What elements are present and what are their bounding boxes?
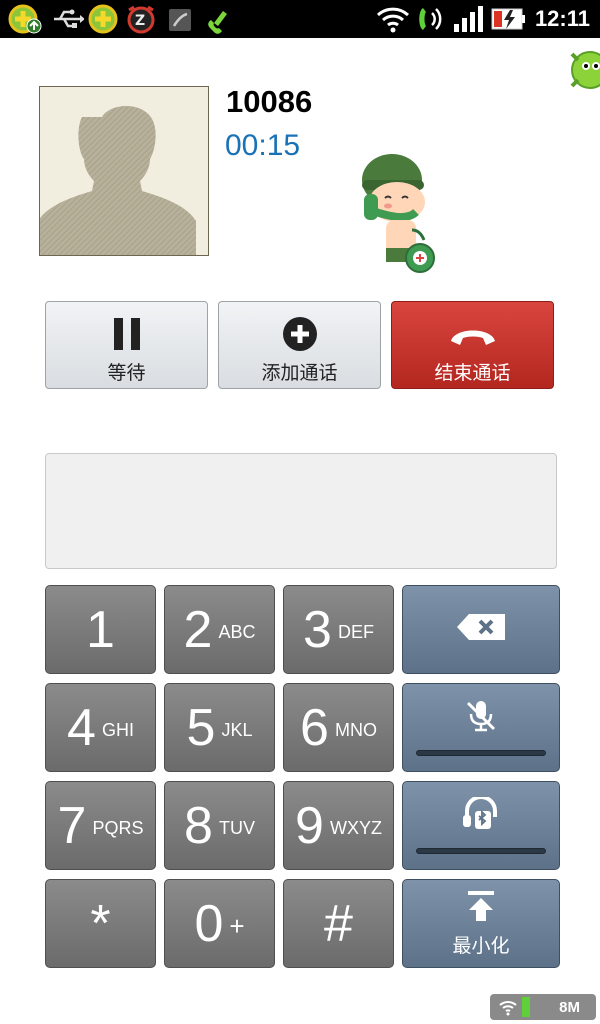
battery-charging-icon	[490, 4, 526, 34]
key-8[interactable]: 8 TUV	[164, 781, 275, 870]
key-1[interactable]: 1	[45, 585, 156, 674]
bluetooth-headset-icon	[461, 795, 501, 836]
backspace-icon	[455, 612, 507, 647]
hold-button[interactable]: 等待	[45, 301, 208, 389]
mute-button[interactable]	[402, 683, 560, 772]
key-star[interactable]: *	[45, 879, 156, 968]
contact-avatar	[39, 86, 209, 256]
key-3[interactable]: 3 DEF	[283, 585, 394, 674]
sd-card-icon	[166, 4, 194, 34]
network-speed-badge[interactable]: 8M	[490, 994, 596, 1020]
corner-mascot-icon[interactable]	[566, 38, 600, 102]
call-duration: 00:15	[225, 129, 301, 162]
speed-level-bar	[522, 997, 530, 1017]
call-active-icon	[204, 4, 234, 34]
svg-text:Z: Z	[135, 13, 145, 29]
key-0[interactable]: 0 +	[164, 879, 275, 968]
minimize-button[interactable]: 最小化	[402, 879, 560, 968]
key-5[interactable]: 5 JKL	[164, 683, 275, 772]
person-silhouette-icon	[40, 106, 196, 255]
usb-icon	[50, 4, 84, 34]
caller-number: 10086	[226, 84, 313, 119]
pause-icon	[112, 316, 142, 352]
add-circle-icon	[282, 316, 318, 352]
360-update-icon	[8, 4, 42, 34]
wifi-icon	[498, 997, 518, 1021]
360-icon	[86, 4, 120, 34]
hang-up-icon	[448, 316, 498, 352]
key-9[interactable]: 9 WXYZ	[283, 781, 394, 870]
key-hash[interactable]: #	[283, 879, 394, 968]
alarm-icon: Z	[124, 4, 158, 34]
status-bar: Z 12:11	[0, 0, 600, 38]
bluetooth-audio-button[interactable]	[402, 781, 560, 870]
key-2[interactable]: 2 ABC	[164, 585, 275, 674]
dialed-digits-field	[45, 453, 557, 569]
mute-indicator-bar	[416, 750, 546, 756]
end-call-button[interactable]: 结束通话	[391, 301, 554, 389]
add-call-label: 添加通话	[261, 363, 338, 384]
hold-label: 等待	[107, 363, 146, 384]
bluetooth-indicator-bar	[416, 848, 546, 854]
key-7[interactable]: 7 PQRS	[45, 781, 156, 870]
backspace-button[interactable]	[402, 585, 560, 674]
wifi-icon	[376, 4, 410, 34]
mascot-phone-icon	[352, 140, 462, 280]
key-4[interactable]: 4 GHI	[45, 683, 156, 772]
minimize-arrow-icon	[466, 890, 496, 927]
end-call-label: 结束通话	[434, 363, 511, 384]
network-speed-text: 8M	[559, 998, 580, 1016]
clock: 12:11	[534, 6, 590, 31]
minimize-label: 最小化	[452, 935, 510, 957]
mute-microphone-icon	[464, 699, 498, 738]
phone-speaker-icon	[414, 4, 448, 34]
add-call-button[interactable]: 添加通话	[218, 301, 381, 389]
key-6[interactable]: 6 MNO	[283, 683, 394, 772]
signal-icon	[452, 4, 486, 34]
